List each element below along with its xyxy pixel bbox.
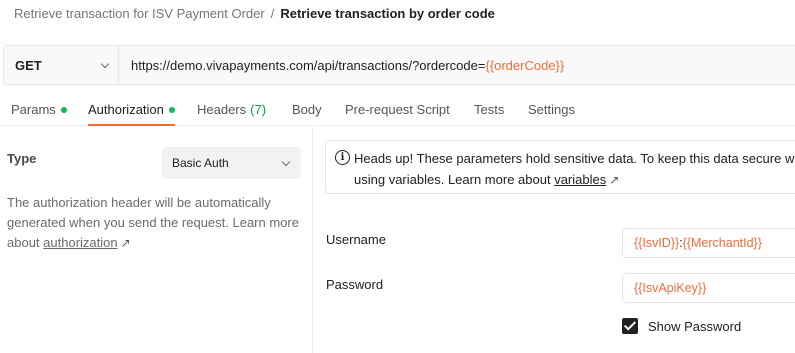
show-password-row: Show Password <box>622 318 741 334</box>
tab-settings[interactable]: Settings <box>528 94 575 125</box>
tab-tests[interactable]: Tests <box>474 94 504 125</box>
tab-authorization[interactable]: Authorization <box>88 94 175 126</box>
tab-label: Params <box>11 102 56 117</box>
show-password-checkbox[interactable] <box>622 318 638 334</box>
username-var-isvid: {{IsvID}} <box>634 236 680 250</box>
tab-label: Authorization <box>88 102 164 117</box>
password-input[interactable]: {{IsvApiKey}} <box>622 273 795 303</box>
chevron-down-icon <box>100 59 110 68</box>
headers-count: (7) <box>250 102 267 117</box>
type-label: Type <box>7 151 37 166</box>
username-var-merchantid: {{MerchantId}} <box>682 236 762 250</box>
tab-label: Settings <box>528 102 575 117</box>
auth-description: The authorization header will be automat… <box>7 193 307 253</box>
breadcrumb-current: Retrieve transaction by order code <box>280 5 495 21</box>
info-icon: i <box>335 150 350 165</box>
breadcrumb: Retrieve transaction for ISV Payment Ord… <box>14 5 495 21</box>
status-dot-icon <box>168 106 175 113</box>
tab-headers[interactable]: Headers (7) <box>197 94 266 125</box>
external-link-icon: ↗ <box>120 236 131 250</box>
username-input[interactable]: {{IsvID}}: {{MerchantId}} <box>622 228 795 258</box>
auth-type-select[interactable]: Basic Auth <box>162 147 301 179</box>
method-label: GET <box>15 57 42 73</box>
tab-label: Pre-request Script <box>345 102 450 117</box>
auth-type-value: Basic Auth <box>172 156 229 170</box>
sensitive-data-notice: i Heads up! These parameters hold sensit… <box>325 140 795 194</box>
notice-line-2-text: using variables. Learn more about <box>354 172 555 187</box>
url-input[interactable]: https://demo.vivapayments.com/api/transa… <box>119 46 795 84</box>
password-value: {{IsvApiKey}} <box>634 281 707 295</box>
status-dot-icon <box>60 106 67 113</box>
notice-line-1: Heads up! These parameters hold sensitiv… <box>354 151 795 166</box>
request-tabs: Params Authorization Headers (7) Body Pre… <box>0 94 795 126</box>
username-label: Username <box>326 232 386 247</box>
password-label: Password <box>326 277 384 292</box>
authorization-link[interactable]: authorization <box>43 235 117 250</box>
tab-label: Body <box>292 102 322 117</box>
tab-label: Tests <box>474 102 505 117</box>
notice-text: Heads up! These parameters hold sensitiv… <box>354 148 795 191</box>
notice-line-2: using variables. Learn more about variab… <box>354 169 795 191</box>
tab-body[interactable]: Body <box>292 94 322 125</box>
tab-label: Headers <box>197 102 247 117</box>
chevron-down-icon <box>281 157 291 166</box>
tab-pre-request-script[interactable]: Pre-request Script <box>345 94 450 125</box>
method-select[interactable]: GET <box>4 46 119 84</box>
url-variable: {{orderCode}} <box>485 57 565 73</box>
breadcrumb-parent[interactable]: Retrieve transaction for ISV Payment Ord… <box>14 6 265 21</box>
url-base: https://demo.vivapayments.com/api/transa… <box>131 57 486 73</box>
show-password-label[interactable]: Show Password <box>648 319 741 334</box>
tab-params[interactable]: Params <box>11 94 67 125</box>
breadcrumb-separator: / <box>270 5 275 21</box>
request-bar: GET https://demo.vivapayments.com/api/tr… <box>3 45 795 85</box>
variables-link[interactable]: variables <box>554 172 606 187</box>
external-link-icon: ↗ <box>609 173 620 187</box>
auth-type-pane: Type Basic Auth The authorization header… <box>0 127 313 353</box>
